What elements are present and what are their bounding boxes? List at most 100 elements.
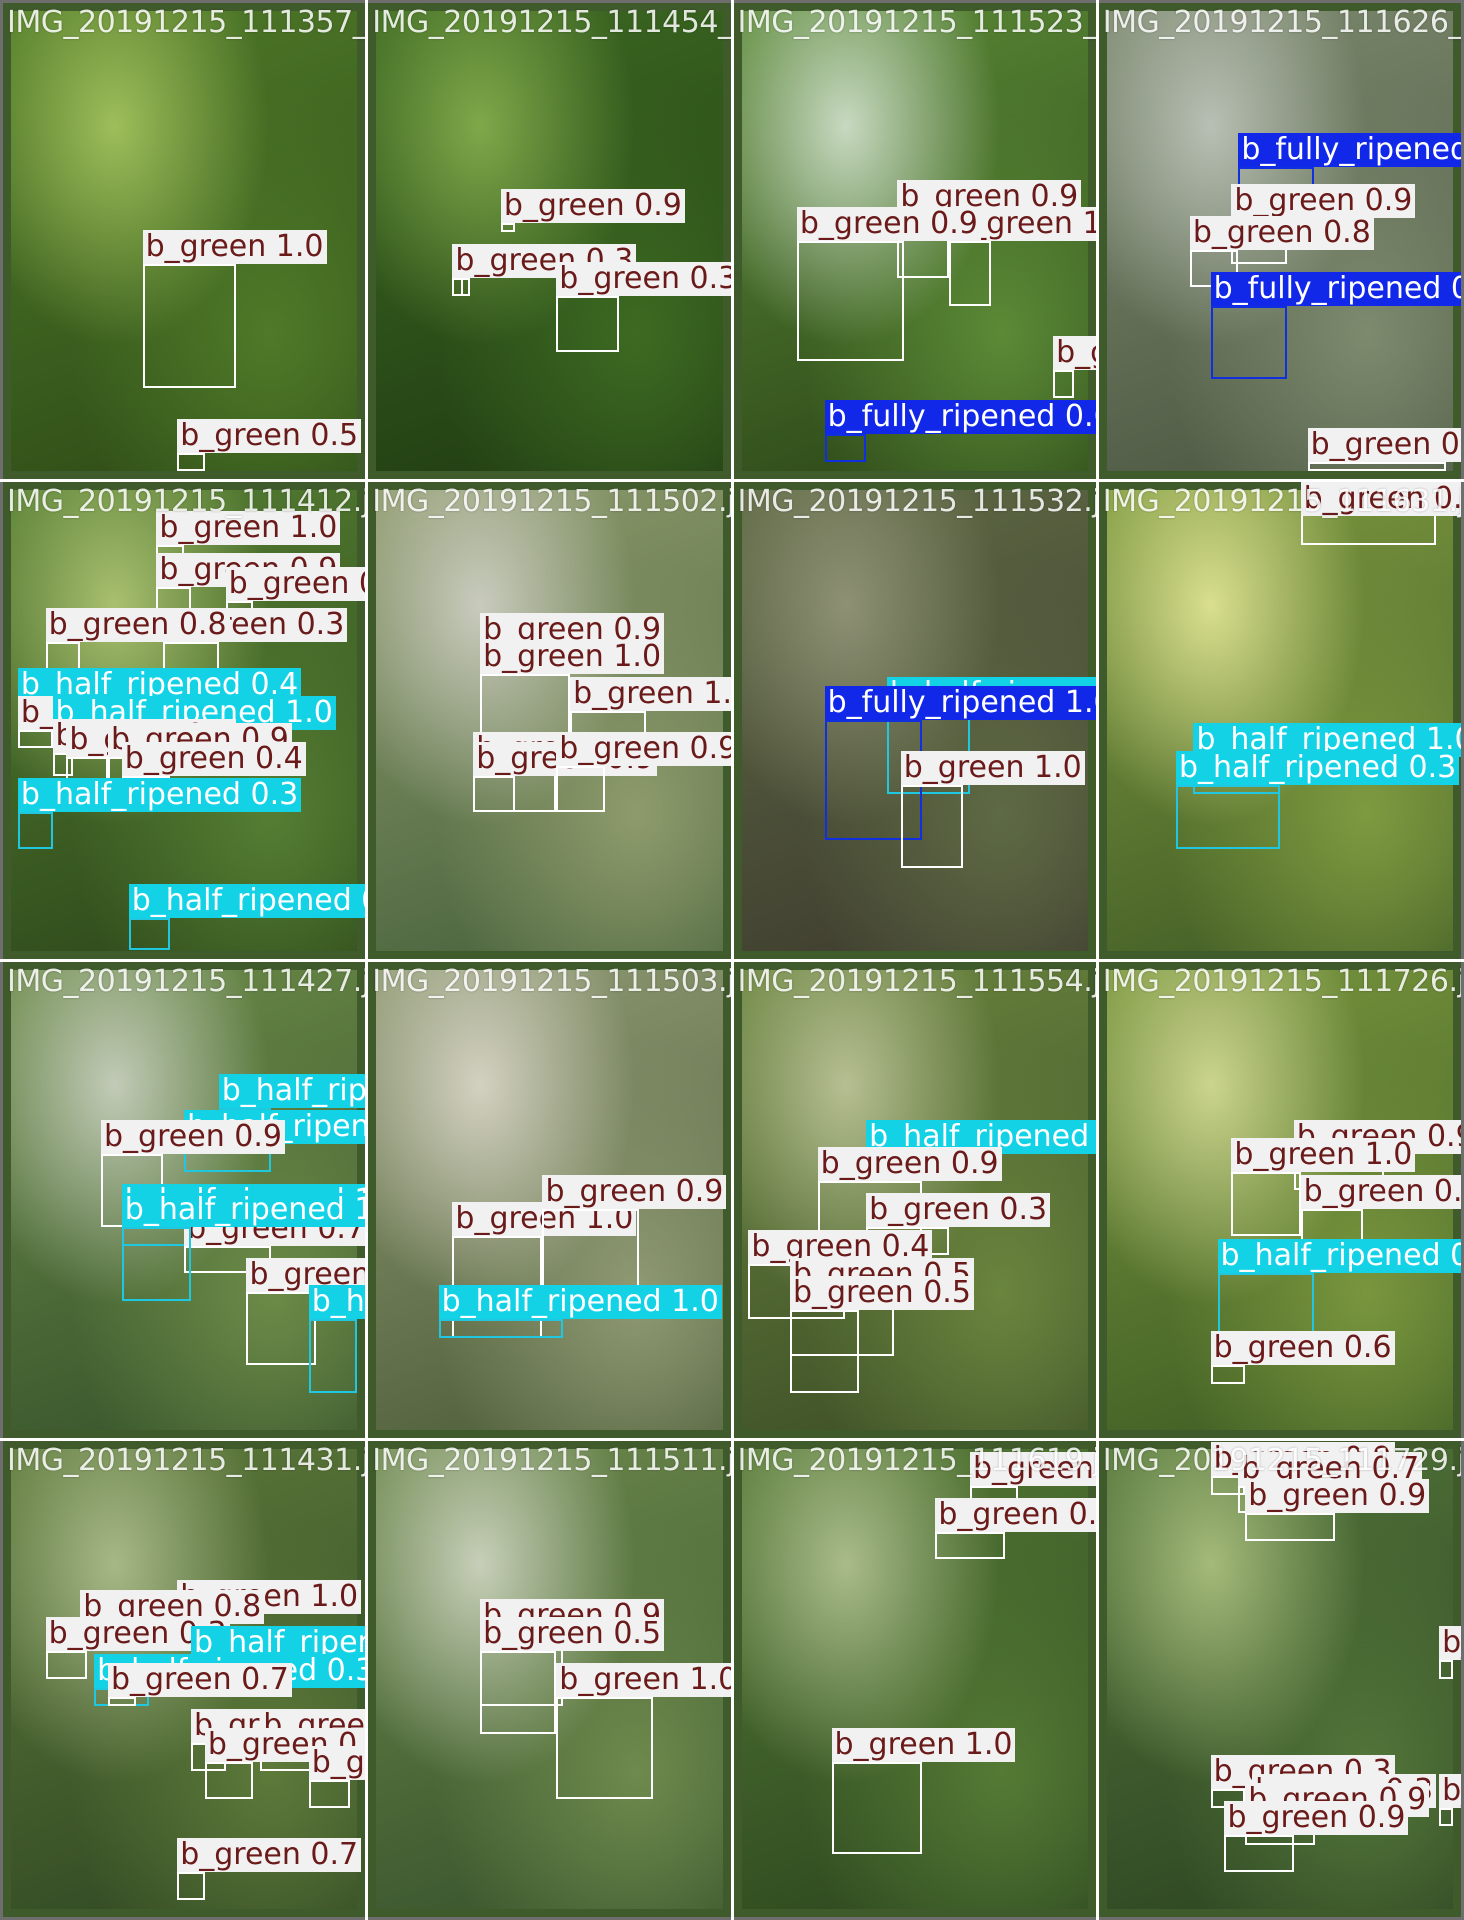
detection-label: b_half_ripened 1.0 bbox=[438, 1285, 722, 1320]
detection-label: b_fully_ripened 0.9 bbox=[1210, 271, 1461, 306]
bounding-box bbox=[17, 729, 53, 748]
bounding-box bbox=[796, 241, 905, 361]
detection-label: b_green 0.9 bbox=[817, 1147, 1002, 1182]
detection-label: b_green 0.3 bbox=[866, 1193, 1051, 1228]
tile-filename: IMG_20191215_111631.jpg bbox=[1102, 484, 1461, 520]
bounding-box bbox=[204, 1761, 254, 1799]
bounding-box bbox=[107, 1697, 136, 1707]
image-tile: b_green 0.9b_green 0.5b_green 1.0IMG_201… bbox=[733, 1440, 1096, 1917]
detection-label: b_green 0.5 bbox=[1439, 1773, 1461, 1808]
bounding-box bbox=[128, 918, 171, 951]
tile-filename: IMG_20191215_111503.jpg bbox=[372, 963, 730, 999]
bounding-box bbox=[1210, 1365, 1246, 1384]
bounding-box bbox=[1439, 1807, 1453, 1827]
bounding-box bbox=[935, 1531, 1005, 1560]
detection-label: b_half_ripened 1.0 bbox=[218, 1073, 366, 1108]
bounding-box bbox=[556, 766, 605, 813]
image-tile: b_green 0.9b_green 1.0b_green 0.9b_half_… bbox=[1098, 961, 1461, 1438]
image-tile: b_green 1.0b_green 0.9b_green 0.9b_green… bbox=[3, 482, 366, 959]
bounding-box bbox=[1245, 1513, 1336, 1541]
detection-label: b_green 0.5 bbox=[177, 418, 362, 453]
bounding-box bbox=[1439, 1660, 1453, 1679]
bounding-box bbox=[500, 222, 515, 232]
bounding-box bbox=[1231, 1172, 1301, 1237]
detection-label: b_green 0.9 bbox=[500, 188, 685, 223]
bounding-box bbox=[17, 812, 53, 850]
bounding-box bbox=[1176, 784, 1280, 850]
detection-label: b_fully_ripened 1.0 bbox=[824, 686, 1096, 721]
detection-label: b_green 1.0 bbox=[308, 1746, 366, 1781]
bounding-box bbox=[177, 452, 205, 472]
bounding-box bbox=[177, 1872, 205, 1900]
image-tile: b_green 0.9b_green 1.0b_green 0.9b_green… bbox=[733, 3, 1096, 480]
bounding-box bbox=[438, 1319, 564, 1338]
detection-label: b_fully_ripened 0.6 bbox=[824, 400, 1096, 435]
image-tile: b_green 0.9b_green 0.5b_green 1.0IMG_201… bbox=[368, 1440, 731, 1917]
detection-label: b_green 0.7 bbox=[177, 1838, 362, 1873]
bounding-box bbox=[831, 1761, 922, 1854]
bounding-box bbox=[1053, 369, 1074, 398]
bounding-box bbox=[308, 1780, 351, 1808]
tile-filename: IMG_20191215_111454_ bbox=[372, 5, 731, 40]
detection-label: b_green 0.9 bbox=[1300, 1174, 1461, 1209]
detection-label: b_green 0.9 bbox=[556, 732, 731, 767]
bounding-box bbox=[789, 1310, 860, 1393]
detection-label: b_half_ripened 0.8 bbox=[1217, 1239, 1461, 1274]
detection-label: b_green 0.5 bbox=[480, 1617, 665, 1652]
detection-label: b_green 0.3 bbox=[1439, 1626, 1461, 1661]
image-tile: b_green 0.9b_green 0.7b_green 0.3b_green… bbox=[368, 3, 731, 480]
detection-label: b_green 0.8 bbox=[45, 608, 230, 643]
image-tile: b_half_ripened 0.5b_fully_ripened 1.0b_g… bbox=[733, 482, 1096, 959]
detection-label: b_green 0.9 bbox=[796, 207, 981, 242]
bounding-box bbox=[452, 277, 463, 297]
detection-label: b_green 0.9 bbox=[101, 1119, 285, 1154]
detection-label: b_half_ripened 0.3 bbox=[1176, 750, 1460, 785]
bounding-box bbox=[900, 784, 964, 868]
bounding-box bbox=[473, 775, 515, 813]
bounding-box bbox=[556, 1697, 654, 1799]
image-tile: b_green 0.8b_half_ripened 1.0b_half_ripe… bbox=[1098, 482, 1461, 959]
tile-filename: IMG_20191215_111523_ bbox=[737, 5, 1096, 40]
detection-label: b_green 0.9 bbox=[542, 1174, 727, 1209]
detection-label: b_green 0.5 bbox=[789, 1276, 974, 1311]
detection-label: b_green 0.8 bbox=[1307, 428, 1461, 463]
tile-filename: IMG_20191215_111511.jpg bbox=[372, 1442, 730, 1478]
tile-filename: IMG_20191215_111619.jpg bbox=[737, 1442, 1096, 1478]
detection-label: b_green 0.5 bbox=[935, 1497, 1096, 1532]
image-tile: b_green 0.9b_green 0.7b_green 0.9b_green… bbox=[1098, 1440, 1461, 1917]
detection-label: b_green 1.0 bbox=[1053, 335, 1096, 370]
detection-label: b_green 0.7 bbox=[107, 1663, 292, 1698]
detection-label: b_green 1.0 bbox=[1231, 1138, 1416, 1172]
detection-label: b_half_ripened 1.0 bbox=[121, 1193, 366, 1228]
image-tile: b_half_ripened 1.0 b_half_ripened 1.0 b_gr… bbox=[3, 961, 366, 1438]
detection-label: b_green 0.9 bbox=[1245, 1479, 1430, 1514]
bounding-box bbox=[556, 296, 619, 352]
image-tile: b_green 0.9b_green 1.0b_green 1.0b_green… bbox=[368, 482, 731, 959]
greenhouse-photo bbox=[1106, 490, 1453, 951]
tile-filename: IMG_20191215_111554.jpg bbox=[737, 963, 1096, 999]
detection-label: b_green 1.0 bbox=[142, 230, 327, 265]
bounding-box bbox=[121, 1227, 192, 1301]
bounding-box bbox=[1210, 305, 1287, 380]
tile-filename: IMG_20191215_111412.jpg bbox=[7, 484, 365, 520]
detection-label: b_green 0.6 bbox=[1210, 1331, 1395, 1366]
detection-label: b_green 0.3 bbox=[556, 262, 731, 297]
detection-label: b_green 1.0 bbox=[900, 750, 1085, 785]
bounding-box bbox=[824, 434, 867, 463]
bounding-box bbox=[45, 1651, 88, 1679]
tile-filename: IMG_20191215_111357_ bbox=[7, 5, 366, 40]
tile-filename: IMG_20191215_111431.jpg bbox=[7, 1442, 365, 1478]
bounding-box bbox=[308, 1319, 358, 1393]
image-tile: b_fully_ripened 0.7 b_green 0.9 b_green 0.… bbox=[1098, 3, 1461, 480]
detection-label: b_fully_ripened 0.7 bbox=[1238, 133, 1461, 168]
tile-filename: IMG_20191215_111726.jpg bbox=[1102, 963, 1461, 999]
image-tile: b_green 1.0 b_green 0.8 b_green 0.3 b_half_… bbox=[3, 1440, 366, 1917]
detection-mosaic: b_green 1.0 b_green 0.5 IMG_20191215_11135… bbox=[0, 0, 1464, 1920]
bounding-box bbox=[949, 241, 991, 306]
detection-label: b_green 0.9 bbox=[225, 566, 366, 601]
detection-label: b_half_ripened 0.3 bbox=[17, 778, 302, 813]
greenhouse-photo bbox=[376, 11, 723, 472]
detection-label: b_green 0.4 bbox=[121, 741, 306, 776]
detection-label: b_green 0.9 bbox=[1231, 184, 1416, 219]
bounding-box bbox=[142, 264, 237, 389]
